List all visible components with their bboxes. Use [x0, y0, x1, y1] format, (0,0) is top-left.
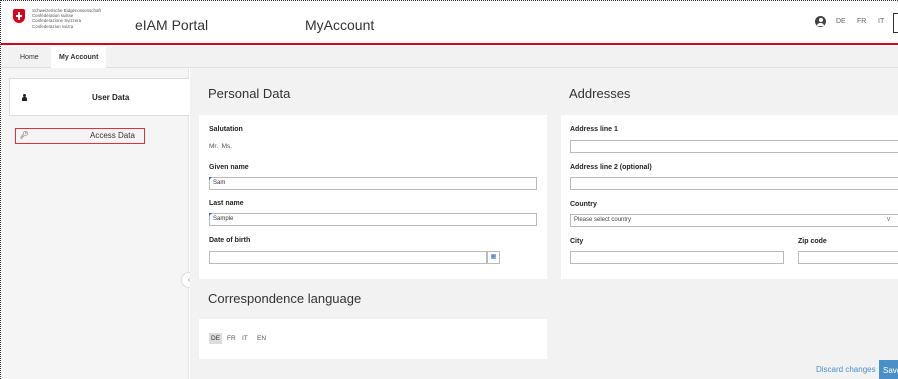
city-label: City — [570, 238, 584, 245]
app-window: Schweizerische Eidgenossenschaft Confédé… — [0, 0, 898, 379]
city-input[interactable] — [570, 251, 784, 264]
tab-my-account[interactable]: My Account — [51, 47, 107, 68]
country-label: Country — [570, 201, 597, 208]
lang-fr-button[interactable]: FR — [857, 18, 866, 25]
given-name-input[interactable]: Sam — [209, 177, 537, 190]
zip-code-input[interactable] — [798, 251, 898, 264]
header-menu-box[interactable] — [893, 13, 898, 33]
confederation-text: Schweizerische Eidgenossenschaft Confédé… — [32, 8, 101, 29]
salutation-label: Salutation — [209, 126, 243, 133]
portal-title[interactable]: eIAM Portal — [135, 17, 208, 33]
address-line2-input[interactable] — [570, 177, 898, 190]
lang-de-button[interactable]: DE — [836, 18, 846, 25]
key-icon: 🔑︎ — [20, 132, 29, 139]
corr-lang-de[interactable]: DE — [209, 333, 223, 344]
addresses-title: Addresses — [569, 86, 631, 101]
address-line1-label: Address line 1 — [570, 126, 618, 133]
discard-changes-link[interactable]: Discard changes — [816, 365, 876, 374]
given-name-label: Given name — [209, 164, 249, 171]
confed-line-rm: Confederaziun svizra — [32, 23, 74, 29]
header: Schweizerische Eidgenossenschaft Confédé… — [1, 1, 898, 45]
lang-it-button[interactable]: IT — [878, 18, 884, 25]
country-select[interactable]: Please select country — [570, 214, 898, 227]
main-content: Personal Data Salutation Mr. Ms. Given n… — [190, 68, 898, 379]
address-line2-label: Address line 2 (optional) — [570, 164, 652, 171]
correspondence-language-card: DE FR IT EN — [199, 319, 547, 359]
app-title: MyAccount — [305, 17, 375, 33]
last-name-label: Last name — [209, 200, 244, 207]
user-account-icon[interactable] — [815, 16, 826, 27]
salutation-options[interactable]: Mr. Ms. — [209, 143, 232, 150]
corr-lang-fr[interactable]: FR — [225, 333, 238, 344]
user-icon — [22, 94, 27, 101]
save-button[interactable]: Save — [879, 360, 898, 379]
address-line1-input[interactable] — [570, 140, 898, 153]
date-of-birth-label: Date of birth — [209, 237, 251, 244]
correspondence-language-title: Correspondence language — [208, 291, 362, 306]
last-name-input[interactable]: Sample — [209, 213, 537, 226]
sidebar-item-access-data[interactable]: 🔑︎ Access Data — [15, 128, 145, 144]
corr-lang-it[interactable]: IT — [240, 333, 250, 344]
personal-data-card: Salutation Mr. Ms. Given name Sam Last n… — [199, 115, 547, 279]
tab-home[interactable]: Home — [15, 47, 44, 68]
swiss-flag-icon — [13, 9, 25, 23]
calendar-icon[interactable]: ▦ — [487, 251, 500, 264]
chevron-down-icon: ∨ — [886, 216, 892, 223]
zip-code-label: Zip code — [798, 238, 827, 245]
sidebar-item-label: User Data — [92, 93, 130, 102]
personal-data-title: Personal Data — [208, 86, 291, 101]
sidebar: User Data 🔑︎ Access Data ‹ — [1, 68, 197, 379]
addresses-card: Address line 1 Address line 2 (optional)… — [561, 115, 898, 279]
sidebar-item-label: Access Data — [90, 131, 135, 140]
date-of-birth-input[interactable] — [209, 251, 487, 264]
corr-lang-en[interactable]: EN — [255, 333, 268, 344]
tab-bar: Home My Account — [1, 47, 898, 68]
sidebar-item-user-data[interactable]: User Data — [9, 78, 189, 116]
